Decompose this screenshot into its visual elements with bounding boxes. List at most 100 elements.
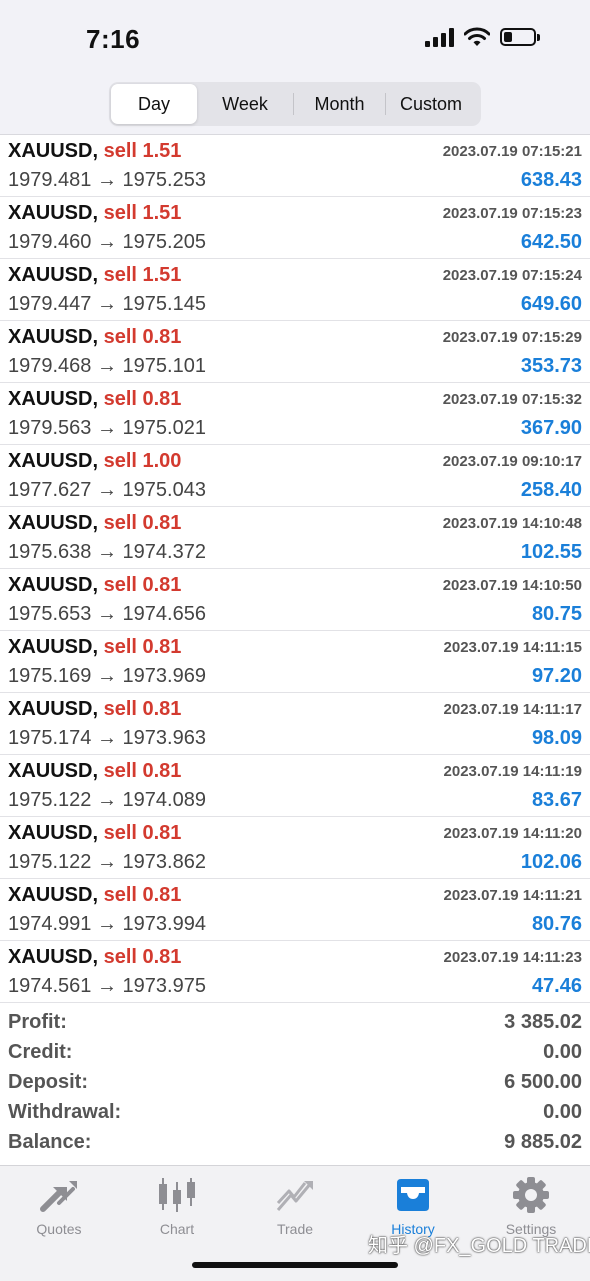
period-segmented-control: Day Week Month Custom — [109, 82, 481, 126]
trade-side-volume: sell 0.81 — [103, 574, 182, 596]
trade-row[interactable]: XAUUSD, sell 0.81 1979.563 → 1975.021 2023… — [0, 383, 590, 445]
trade-side-volume: sell 1.00 — [103, 450, 182, 472]
trade-profit: 97.20 — [531, 665, 582, 687]
tab-label: Quotes — [36, 1221, 82, 1237]
trade-datetime: 2023.07.19 14:11:20 — [443, 825, 582, 842]
trade-title: XAUUSD, sell 0.81 — [8, 636, 181, 659]
trade-title: XAUUSD, sell 0.81 — [8, 884, 181, 907]
cellular-signal-icon — [425, 27, 454, 47]
tab-custom[interactable]: Custom — [386, 84, 476, 124]
trade-symbol: XAUUSD, — [8, 512, 99, 534]
trade-datetime: 2023.07.19 14:11:19 — [443, 763, 582, 780]
tab-week[interactable]: Week — [197, 84, 293, 124]
trade-row[interactable]: XAUUSD, sell 0.81 1975.169 → 1973.969 2023… — [0, 631, 590, 693]
trade-datetime: 2023.07.19 14:11:21 — [443, 887, 582, 904]
trade-datetime: 2023.07.19 14:11:15 — [443, 639, 582, 656]
summary-value: 0.00 — [543, 1041, 582, 1063]
trade-row[interactable]: XAUUSD, sell 0.81 1975.653 → 1974.656 2023… — [0, 569, 590, 631]
trade-prices: 1974.991 → 1973.994 — [8, 913, 206, 935]
trade-symbol: XAUUSD, — [8, 140, 99, 162]
account-summary: Profit: 3 385.02 Credit: 0.00 Deposit: 6 500.… — [0, 1008, 590, 1158]
summary-label: Balance: — [8, 1131, 92, 1153]
summary-label: Profit: — [8, 1011, 67, 1033]
trade-prices: 1977.627 → 1975.043 — [8, 479, 206, 501]
tab-history[interactable]: History — [354, 1174, 472, 1237]
trade-profit: 367.90 — [520, 417, 582, 439]
trade-side-volume: sell 1.51 — [103, 140, 182, 162]
trade-datetime: 2023.07.19 07:15:24 — [442, 267, 582, 284]
trade-side-volume: sell 0.81 — [103, 946, 182, 968]
tab-settings[interactable]: Settings — [472, 1174, 590, 1237]
trade-side-volume: sell 0.81 — [103, 512, 182, 534]
status-time: 7:16 — [86, 24, 141, 54]
gear-icon — [513, 1177, 549, 1213]
trade-symbol: XAUUSD, — [8, 202, 99, 224]
trade-datetime: 2023.07.19 14:10:50 — [442, 577, 582, 594]
summary-label: Deposit: — [8, 1071, 88, 1093]
trade-symbol: XAUUSD, — [8, 760, 99, 782]
trade-symbol: XAUUSD, — [8, 946, 99, 968]
summary-label: Withdrawal: — [8, 1101, 122, 1123]
tab-month[interactable]: Month — [294, 84, 385, 124]
trade-prices: 1975.122 → 1973.862 — [8, 851, 206, 873]
trade-title: XAUUSD, sell 1.51 — [8, 202, 181, 225]
trade-prices: 1979.481 → 1975.253 — [8, 169, 206, 191]
trade-row[interactable]: XAUUSD, sell 0.81 1974.561 → 1973.975 2023… — [0, 941, 590, 1003]
trade-title: XAUUSD, sell 0.81 — [8, 388, 181, 411]
trade-row[interactable]: XAUUSD, sell 0.81 1975.122 → 1973.862 2023… — [0, 817, 590, 879]
status-icons — [425, 27, 540, 47]
quotes-arrows-icon — [40, 1181, 77, 1212]
trade-symbol: XAUUSD, — [8, 574, 99, 596]
trade-prices: 1975.122 → 1974.089 — [8, 789, 206, 811]
trade-row[interactable]: XAUUSD, sell 1.51 1979.447 → 1975.145 2023… — [0, 259, 590, 321]
trade-symbol: XAUUSD, — [8, 822, 99, 844]
trade-profit: 83.67 — [531, 789, 582, 811]
home-indicator[interactable] — [192, 1262, 398, 1268]
trade-title: XAUUSD, sell 1.00 — [8, 450, 181, 473]
wifi-icon — [464, 27, 490, 46]
trade-row[interactable]: XAUUSD, sell 1.51 1979.460 → 1975.205 2023… — [0, 197, 590, 259]
trade-side-volume: sell 0.81 — [103, 636, 182, 658]
trade-profit: 102.06 — [520, 851, 582, 873]
trade-title: XAUUSD, sell 1.51 — [8, 140, 181, 163]
trade-symbol: XAUUSD, — [8, 450, 99, 472]
summary-value: 6 500.00 — [504, 1071, 582, 1093]
tab-label: Chart — [159, 1221, 195, 1237]
tab-chart[interactable]: Chart — [118, 1174, 236, 1237]
status-bar: 7:16 — [0, 0, 590, 80]
trade-title: XAUUSD, sell 0.81 — [8, 512, 181, 535]
trade-side-volume: sell 1.51 — [103, 202, 182, 224]
trade-prices: 1975.174 → 1973.963 — [8, 727, 206, 749]
trade-symbol: XAUUSD, — [8, 264, 99, 286]
battery-icon — [500, 28, 540, 46]
trade-profit: 102.55 — [520, 541, 582, 563]
summary-value: 0.00 — [543, 1101, 582, 1123]
trade-row[interactable]: XAUUSD, sell 0.81 1975.174 → 1973.963 2023… — [0, 693, 590, 755]
trade-datetime: 2023.07.19 07:15:29 — [442, 329, 582, 346]
trade-datetime: 2023.07.19 14:11:23 — [443, 949, 582, 966]
trade-prices: 1975.653 → 1974.656 — [8, 603, 206, 625]
trade-prices: 1975.638 → 1974.372 — [8, 541, 206, 563]
trade-datetime: 2023.07.19 09:10:17 — [442, 453, 582, 470]
trade-profit: 649.60 — [520, 293, 582, 315]
trade-row[interactable]: XAUUSD, sell 0.81 1975.122 → 1974.089 2023… — [0, 755, 590, 817]
trade-row[interactable]: XAUUSD, sell 1.51 1979.481 → 1975.253 2023… — [0, 135, 590, 197]
trade-datetime: 2023.07.19 14:11:17 — [443, 701, 582, 718]
trade-prices: 1979.460 → 1975.205 — [8, 231, 206, 253]
trade-prices: 1975.169 → 1973.969 — [8, 665, 206, 687]
trade-row[interactable]: XAUUSD, sell 0.81 1975.638 → 1974.372 2023… — [0, 507, 590, 569]
trade-profit: 638.43 — [520, 169, 582, 191]
trade-row[interactable]: XAUUSD, sell 1.00 1977.627 → 1975.043 2023… — [0, 445, 590, 507]
watermark: 知乎 @FX_GOLD TRADER — [368, 1235, 590, 1257]
summary-value: 3 385.02 — [504, 1011, 582, 1033]
trade-symbol: XAUUSD, — [8, 388, 99, 410]
trade-row[interactable]: XAUUSD, sell 0.81 1974.991 → 1973.994 2023… — [0, 879, 590, 941]
summary-row: Balance: 9 885.02 — [0, 1128, 590, 1158]
summary-row: Withdrawal: 0.00 — [0, 1098, 590, 1128]
tab-quotes[interactable]: Quotes — [0, 1174, 118, 1237]
tab-trade[interactable]: Trade — [236, 1174, 354, 1237]
trade-side-volume: sell 0.81 — [103, 326, 182, 348]
trade-row[interactable]: XAUUSD, sell 0.81 1979.468 → 1975.101 2023… — [0, 321, 590, 383]
trade-side-volume: sell 0.81 — [103, 388, 182, 410]
tab-day[interactable]: Day — [111, 84, 197, 124]
